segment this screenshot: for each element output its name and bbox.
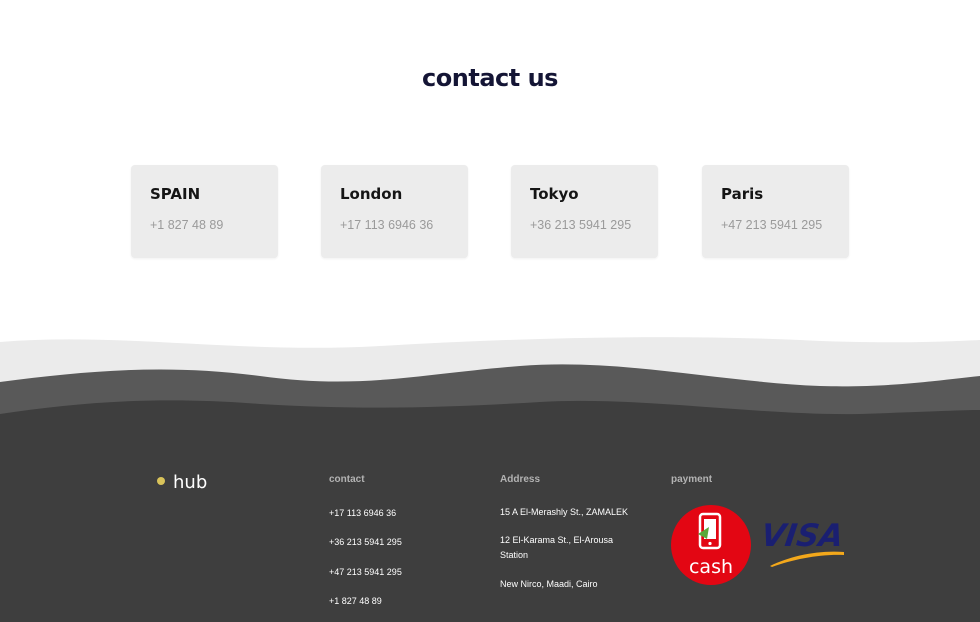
mobile-cash-icon: cash [671, 505, 751, 585]
cash-label: cash [689, 556, 733, 578]
page-title: contact us [422, 64, 558, 92]
office-phone[interactable]: +1 827 48 89 [150, 218, 223, 232]
office-card-paris: Paris +47 213 5941 295 [702, 165, 849, 258]
footer-contact-item[interactable]: +17 113 6946 36 [329, 506, 396, 521]
visa-logo: VISA [762, 518, 846, 567]
visa-label: VISA [762, 518, 846, 554]
office-city: Tokyo [530, 185, 579, 203]
footer-address-item: New Nirco, Maadi, Cairo [500, 579, 598, 589]
office-phone[interactable]: +47 213 5941 295 [721, 218, 822, 232]
office-card-tokyo: Tokyo +36 213 5941 295 [511, 165, 658, 258]
footer-contact-heading: contact [329, 474, 365, 485]
footer-payment-heading: payment [671, 474, 713, 485]
footer-contact-item[interactable]: +36 213 5941 295 [329, 535, 402, 550]
office-card-spain: SPAIN +1 827 48 89 [131, 165, 278, 258]
office-phone[interactable]: +17 113 6946 36 [340, 218, 433, 232]
footer-contact-item[interactable]: +1 827 48 89 [329, 594, 382, 609]
footer-contact-item[interactable]: +47 213 5941 295 [329, 565, 402, 580]
footer-address-heading: Address [500, 474, 541, 485]
office-city: London [340, 185, 403, 203]
office-city: SPAIN [150, 185, 201, 203]
logo-dot-icon [157, 477, 165, 485]
office-card-london: London +17 113 6946 36 [321, 165, 468, 258]
logo-text: hub [173, 472, 208, 493]
footer-address-item: 15 A El-Merashly St., ZAMALEK [500, 507, 629, 517]
footer-address-item: 12 El-Karama St., El-Arousa Station [500, 535, 614, 560]
footer-wave-divider [0, 337, 980, 430]
office-phone[interactable]: +36 213 5941 295 [530, 218, 631, 232]
office-city: Paris [721, 185, 764, 203]
